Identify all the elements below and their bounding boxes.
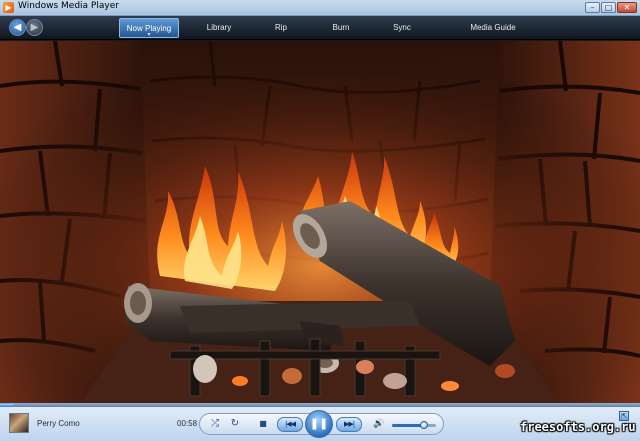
previous-icon: |◀◀ bbox=[284, 420, 296, 428]
seek-progress bbox=[0, 404, 13, 407]
tab-label: Rip bbox=[274, 23, 287, 32]
next-button[interactable]: ▶▶| bbox=[336, 417, 362, 432]
window-title: Windows Media Player bbox=[18, 1, 119, 11]
tab-burn[interactable]: Burn bbox=[322, 18, 360, 38]
volume-slider[interactable] bbox=[392, 421, 436, 429]
forward-arrow-icon: ▶ bbox=[30, 22, 39, 33]
shuffle-button[interactable]: ⤮ bbox=[208, 414, 222, 434]
stop-button[interactable]: ■ bbox=[256, 414, 270, 434]
volume-icon: 🔊 bbox=[373, 419, 385, 429]
volume-slider-handle[interactable] bbox=[419, 421, 428, 429]
close-button[interactable]: ✕ bbox=[617, 2, 637, 13]
chevron-down-icon[interactable]: ▾ bbox=[145, 32, 153, 38]
repeat-icon: ↻ bbox=[230, 418, 240, 429]
transport-controls: ⤮ ↻ ■ |◀◀ ❚❚ ▶▶| 🔊 bbox=[199, 410, 444, 438]
tab-library[interactable]: Library bbox=[196, 18, 242, 38]
pause-icon: ❚❚ bbox=[309, 417, 329, 430]
next-icon: ▶▶| bbox=[343, 420, 355, 428]
tab-label: Burn bbox=[332, 23, 350, 32]
tab-label: Library bbox=[206, 23, 232, 32]
nav-bar: ◀ ▶ Now Playing ▾ Library Rip Burn Sync … bbox=[0, 16, 640, 40]
tab-media-guide[interactable]: Media Guide bbox=[462, 18, 524, 38]
seek-bar[interactable] bbox=[0, 404, 640, 407]
repeat-button[interactable]: ↻ bbox=[228, 414, 242, 434]
album-art[interactable] bbox=[9, 413, 29, 433]
tab-label: Media Guide bbox=[470, 23, 516, 32]
volume-level bbox=[392, 424, 424, 427]
elapsed-time: 00:58 bbox=[177, 419, 198, 428]
back-button[interactable]: ◀ bbox=[9, 19, 26, 36]
switch-to-skin-icon: ⇱ bbox=[621, 412, 627, 420]
tab-label: Sync bbox=[393, 23, 411, 32]
shuffle-icon: ⤮ bbox=[211, 418, 219, 429]
title-bar: ▶ Windows Media Player – □ ✕ bbox=[0, 0, 640, 16]
media-player-icon: ▶ bbox=[3, 2, 14, 13]
tab-sync[interactable]: Sync bbox=[384, 18, 420, 38]
watermark: freesofts.org.ru bbox=[520, 420, 636, 434]
tab-now-playing[interactable]: Now Playing ▾ bbox=[119, 18, 179, 38]
back-arrow-icon: ◀ bbox=[13, 22, 22, 33]
stop-icon: ■ bbox=[259, 419, 267, 428]
video-display[interactable] bbox=[0, 41, 640, 403]
previous-button[interactable]: |◀◀ bbox=[277, 417, 303, 432]
play-pause-button[interactable]: ❚❚ bbox=[305, 410, 333, 438]
minimize-button[interactable]: – bbox=[585, 2, 600, 13]
forward-button[interactable]: ▶ bbox=[26, 19, 43, 36]
tab-rip[interactable]: Rip bbox=[264, 18, 298, 38]
fireplace-scene bbox=[0, 41, 640, 403]
now-playing-artist: Perry Como bbox=[37, 419, 80, 428]
maximize-button[interactable]: □ bbox=[601, 2, 616, 13]
mute-button[interactable]: 🔊 bbox=[372, 414, 386, 434]
